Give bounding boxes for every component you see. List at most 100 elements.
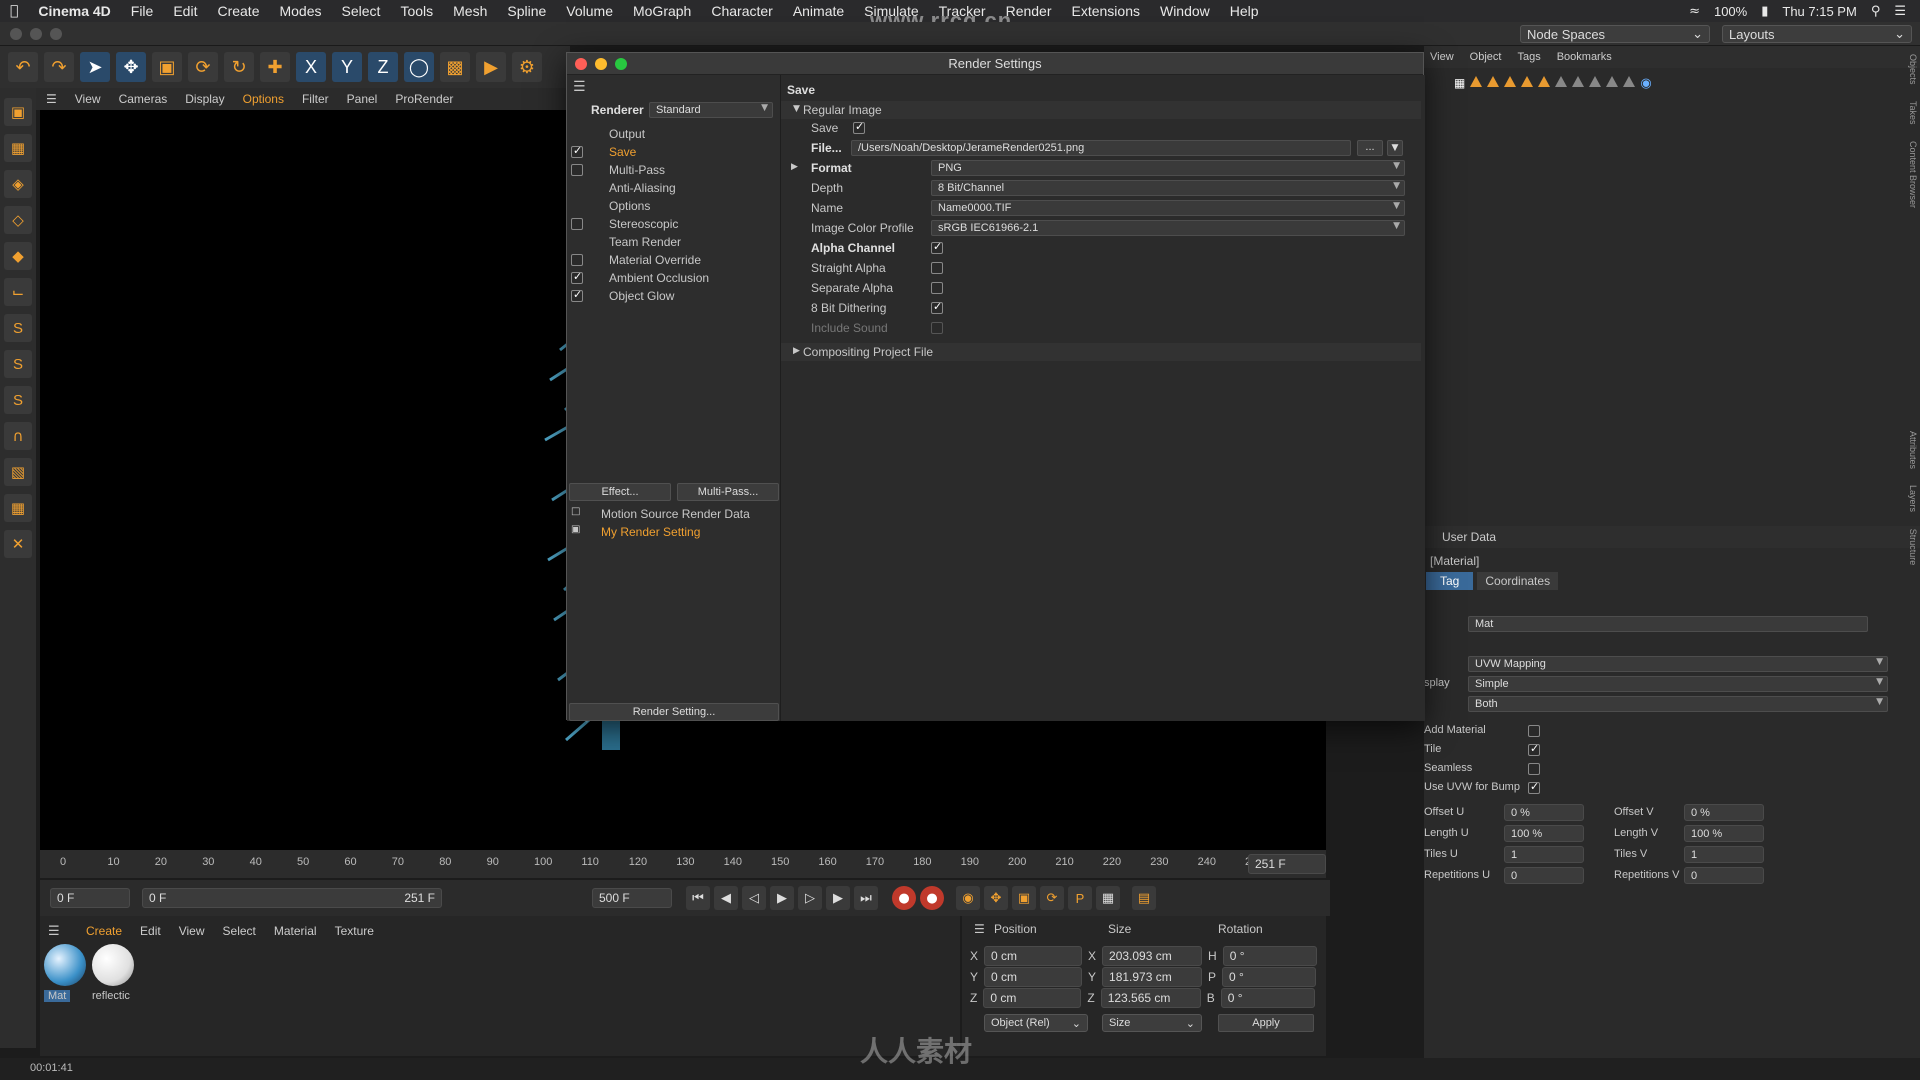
select-tool-icon[interactable]: ➤ (80, 52, 110, 82)
vp-menu-panel[interactable]: Panel (347, 92, 378, 106)
menu-modes[interactable]: Modes (269, 3, 331, 19)
key-position-icon[interactable]: ✥ (984, 886, 1008, 910)
side-tab-takes[interactable]: Takes (1908, 101, 1918, 125)
render-setting-button[interactable]: Render Setting... (569, 703, 779, 721)
menu-select[interactable]: Select (332, 3, 391, 19)
side-tab-content-browser[interactable]: Content Browser (1908, 141, 1918, 208)
rs-item-material-override[interactable]: Material Override (567, 251, 781, 269)
rotate-tool-icon[interactable]: ⟳ (188, 52, 218, 82)
current-frame-field[interactable]: 251 F (1248, 854, 1326, 874)
regular-image-group[interactable]: ▼ Regular Image (781, 101, 1421, 119)
rs-item-options[interactable]: Options (567, 197, 781, 215)
play-icon[interactable]: ▶ (770, 886, 794, 910)
key-rotation-icon[interactable]: ⟳ (1040, 886, 1064, 910)
rot-p-field[interactable]: 0 ° (1222, 967, 1317, 987)
add-material-checkbox[interactable] (1528, 725, 1540, 737)
menu-edit[interactable]: Edit (163, 3, 207, 19)
material-label-reflection[interactable]: reflectic (92, 990, 130, 1002)
format-dropdown[interactable]: PNG ▼ (931, 160, 1405, 176)
hamburger-icon[interactable]: ☰ (46, 92, 57, 106)
pos-x-field[interactable]: 0 cm (984, 946, 1083, 966)
rot-h-field[interactable]: 0 ° (1222, 946, 1317, 966)
name-dropdown[interactable]: Name0000.TIF ▼ (931, 200, 1405, 216)
key-scale-icon[interactable]: ▣ (1012, 886, 1036, 910)
start-frame-field[interactable]: 0 F (50, 888, 130, 908)
layouts-dropdown[interactable]: Layouts ⌄ (1722, 25, 1912, 43)
preset-motion-source[interactable]: □ Motion Source Render Data (567, 505, 781, 523)
preset-my-render-setting[interactable]: ▣ My Render Setting (567, 523, 781, 541)
vp-menu-filter[interactable]: Filter (302, 92, 329, 106)
render-settings-titlebar[interactable]: Render Settings (567, 53, 1423, 75)
model-mode-icon[interactable]: ▣ (4, 98, 32, 126)
vp-menu-display[interactable]: Display (185, 92, 224, 106)
menu-extensions[interactable]: Extensions (1062, 3, 1150, 19)
control-center-icon[interactable]: ☰ (1894, 4, 1906, 19)
go-start-icon[interactable]: ⏮ (686, 886, 710, 910)
points-mode-icon[interactable]: ◈ (4, 170, 32, 198)
projection-dropdown[interactable]: UVW Mapping ▼ (1468, 656, 1888, 672)
vp-menu-options[interactable]: Options (243, 92, 284, 106)
z-axis-icon[interactable]: Z (368, 52, 398, 82)
color-profile-dropdown[interactable]: sRGB IEC61966-2.1 ▼ (931, 220, 1405, 236)
offset-u-field[interactable]: 0 % (1504, 804, 1584, 821)
zoom-dot[interactable] (50, 28, 62, 40)
workplane-icon[interactable]: ▧ (4, 458, 32, 486)
edges-mode-icon[interactable]: ◇ (4, 206, 32, 234)
display-dropdown[interactable]: Simple ▼ (1468, 676, 1888, 692)
expand-triangle-icon[interactable]: ▶ (791, 162, 798, 172)
multipass-button[interactable]: Multi-Pass... (677, 483, 779, 501)
material-tag-icon[interactable]: ◉ (1640, 76, 1651, 91)
snap-icon[interactable]: S (4, 314, 32, 342)
material-label-mat[interactable]: Mat (44, 990, 71, 1002)
rs-item-checkbox[interactable] (571, 254, 583, 266)
rot-b-field[interactable]: 0 ° (1220, 988, 1315, 1008)
range-slider[interactable]: 0 F 251 F (142, 888, 442, 908)
phong-tag-icon[interactable] (1487, 76, 1500, 87)
om-tab-tags[interactable]: Tags (1517, 51, 1540, 63)
tiles-v-field[interactable]: 1 (1684, 846, 1764, 863)
axis-mode-icon[interactable]: ⌙ (4, 278, 32, 306)
psr-icon[interactable]: ↻ (224, 52, 254, 82)
phong-tag-icon[interactable] (1606, 76, 1619, 87)
menu-mesh[interactable]: Mesh (443, 3, 497, 19)
snap-settings-icon[interactable]: S (4, 350, 32, 378)
side-dropdown[interactable]: Both ▼ (1468, 696, 1888, 712)
y-axis-icon[interactable]: Y (332, 52, 362, 82)
separate-alpha-checkbox[interactable] (931, 282, 943, 294)
menu-tools[interactable]: Tools (390, 3, 443, 19)
x-axis-icon[interactable]: X (296, 52, 326, 82)
coord-mode-dropdown[interactable]: Object (Rel) ⌄ (984, 1014, 1088, 1032)
menu-create[interactable]: Create (207, 3, 269, 19)
vp-menu-cameras[interactable]: Cameras (119, 92, 168, 106)
renderer-dropdown[interactable]: Standard ▼ (649, 102, 773, 118)
timeline-ruler[interactable]: 0 10 20 30 40 50 60 70 80 90 100 110 120 130 140 150 160… (40, 850, 1326, 878)
phong-tag-icon[interactable] (1470, 76, 1483, 87)
size-x-field[interactable]: 203.093 cm (1102, 946, 1203, 966)
clock[interactable]: Thu 7:15 PM (1782, 4, 1856, 19)
tiles-u-field[interactable]: 1 (1504, 846, 1584, 863)
phong-tag-icon[interactable] (1589, 76, 1602, 87)
add-icon[interactable]: ✚ (260, 52, 290, 82)
lock-icon[interactable]: ✕ (4, 530, 32, 558)
menu-window[interactable]: Window (1150, 3, 1220, 19)
texture-mode-icon[interactable]: ▦ (4, 134, 32, 162)
straight-alpha-checkbox[interactable] (931, 262, 943, 274)
key-pla-icon[interactable]: ▦ (1096, 886, 1120, 910)
apply-button[interactable]: Apply (1218, 1014, 1314, 1032)
phong-tag-icon[interactable] (1572, 76, 1585, 87)
user-data-label[interactable]: User Data (1442, 530, 1496, 544)
phong-tag-icon[interactable] (1538, 76, 1551, 87)
offset-v-field[interactable]: 0 % (1684, 804, 1764, 821)
pos-y-field[interactable]: 0 cm (984, 967, 1083, 987)
rs-item-object-glow[interactable]: Object Glow (567, 287, 781, 305)
rs-item-stereoscopic[interactable]: Stereoscopic (567, 215, 781, 233)
menu-volume[interactable]: Volume (556, 3, 623, 19)
keyframe-selection-icon[interactable]: ◉ (956, 886, 980, 910)
mat-menu-texture[interactable]: Texture (335, 924, 374, 938)
next-frame-icon[interactable]: ▷ (798, 886, 822, 910)
pos-z-field[interactable]: 0 cm (983, 988, 1082, 1008)
render-view-icon[interactable]: ▶ (476, 52, 506, 82)
om-tab-object[interactable]: Object (1470, 51, 1502, 63)
prev-frame-icon[interactable]: ◁ (742, 886, 766, 910)
effect-button[interactable]: Effect... (569, 483, 671, 501)
